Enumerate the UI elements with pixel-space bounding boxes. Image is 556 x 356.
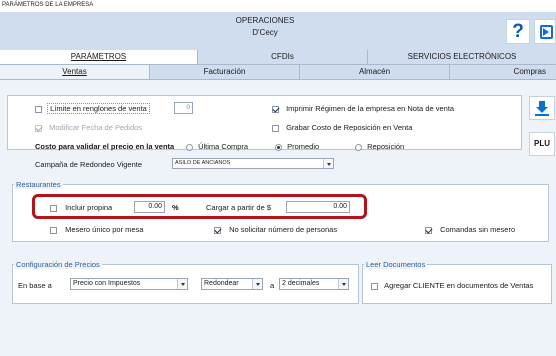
tab-compras-label: Compras bbox=[513, 67, 546, 76]
redondear-select[interactable]: Redondear bbox=[201, 278, 263, 290]
radio-promedio[interactable] bbox=[275, 143, 282, 151]
comandas-checkbox[interactable] bbox=[425, 226, 432, 234]
en-base-label: En base a bbox=[18, 281, 52, 290]
sub-tab-bar: Ventas Facturación Almacén Compras bbox=[0, 64, 556, 80]
restaurantes-title: Restaurantes bbox=[14, 180, 63, 189]
tab-servicios-label: SERVICIOS ELECTRÓNICOS bbox=[407, 52, 517, 61]
a-label: a bbox=[270, 281, 275, 290]
no-solicitar-label: No solicitar número de personas bbox=[229, 225, 338, 234]
chevron-down-icon bbox=[177, 279, 187, 289]
leer-documentos-title: Leer Documentos bbox=[364, 260, 428, 269]
header-company-name: D'Cecy bbox=[252, 28, 278, 37]
chevron-down-icon bbox=[338, 279, 348, 289]
campana-label: Campaña de Redondeo Vigente bbox=[35, 160, 143, 169]
highlight-box bbox=[32, 194, 367, 219]
tab-almacen[interactable]: Almacén bbox=[300, 65, 450, 79]
limite-label: Límite en renglones de venta bbox=[47, 103, 150, 114]
plu-button[interactable]: PLU bbox=[529, 132, 555, 156]
modificar-fecha-label: Modificar Fecha de Pedidos bbox=[49, 123, 143, 132]
imprimir-regimen-checkbox[interactable] bbox=[272, 105, 279, 113]
costo-validar-label: Costo para validar el precio en la venta bbox=[35, 142, 175, 151]
limite-checkbox[interactable] bbox=[35, 105, 42, 113]
redondear-value: Redondear bbox=[204, 280, 239, 287]
costo-option-ultima[interactable]: Última Compra bbox=[186, 142, 248, 151]
window-title: PARÁMETROS DE LA EMPRESA bbox=[0, 0, 556, 12]
limite-row: Límite en renglones de venta bbox=[35, 103, 150, 114]
grabar-costo-checkbox[interactable] bbox=[272, 124, 279, 132]
modificar-fecha-checkbox[interactable] bbox=[35, 124, 42, 132]
modificar-fecha-row: Modificar Fecha de Pedidos bbox=[35, 123, 142, 132]
download-button[interactable] bbox=[529, 96, 555, 120]
limite-input[interactable]: 0 bbox=[174, 102, 193, 114]
exit-button[interactable] bbox=[534, 19, 556, 44]
radio-promedio-label: Promedio bbox=[287, 142, 320, 151]
radio-reposicion-label: Reposición bbox=[367, 142, 405, 151]
chevron-down-icon bbox=[252, 279, 262, 289]
help-button[interactable]: ? bbox=[506, 19, 530, 44]
no-solicitar-row: No solicitar número de personas bbox=[214, 225, 337, 234]
grabar-costo-row: Grabar Costo de Reposición en Venta bbox=[272, 123, 412, 132]
campana-value: ASILO DE ANCIANOS bbox=[175, 160, 231, 166]
mesero-unico-checkbox[interactable] bbox=[50, 226, 57, 234]
tab-cfdis-label: CFDIs bbox=[271, 52, 294, 61]
chevron-down-icon bbox=[323, 159, 333, 168]
comandas-label: Comandas sin mesero bbox=[440, 225, 516, 234]
mesero-unico-row: Mesero único por mesa bbox=[50, 225, 143, 234]
tab-ventas[interactable]: Ventas bbox=[0, 65, 150, 79]
tab-compras[interactable]: Compras bbox=[450, 65, 556, 79]
tab-facturacion[interactable]: Facturación bbox=[150, 65, 300, 79]
imprimir-regimen-row: Imprimir Régimen de la empresa en Nota d… bbox=[272, 104, 454, 113]
campana-select[interactable]: ASILO DE ANCIANOS bbox=[172, 158, 334, 169]
agregar-cliente-row: Agregar CLIENTE en documentos de Ventas bbox=[371, 281, 533, 290]
costo-option-promedio[interactable]: Promedio bbox=[275, 142, 319, 151]
grabar-costo-label: Grabar Costo de Reposición en Venta bbox=[286, 123, 413, 132]
header-module-title: OPERACIONES bbox=[235, 16, 295, 25]
radio-ultima-label: Última Compra bbox=[198, 142, 249, 151]
tab-facturacion-label: Facturación bbox=[203, 67, 246, 76]
tab-cfdis[interactable]: CFDIs bbox=[198, 50, 368, 64]
config-precios-title: Configuración de Precios bbox=[14, 260, 102, 269]
decimales-value: 2 decimales bbox=[282, 280, 320, 287]
tab-almacen-label: Almacén bbox=[358, 67, 391, 76]
agregar-cliente-checkbox[interactable] bbox=[371, 282, 378, 290]
costo-option-reposicion[interactable]: Reposición bbox=[355, 142, 404, 151]
no-solicitar-checkbox[interactable] bbox=[214, 226, 221, 234]
imprimir-regimen-label: Imprimir Régimen de la empresa en Nota d… bbox=[286, 104, 455, 113]
base-value: Precio con Impuestos bbox=[73, 280, 141, 287]
tab-servicios-electronicos[interactable]: SERVICIOS ELECTRÓNICOS bbox=[368, 50, 556, 64]
main-tab-bar: PARÁMETROS CFDIs SERVICIOS ELECTRÓNICOS bbox=[0, 50, 556, 64]
radio-reposicion[interactable] bbox=[355, 143, 362, 151]
decimales-select[interactable]: 2 decimales bbox=[279, 278, 349, 290]
agregar-cliente-label: Agregar CLIENTE en documentos de Ventas bbox=[384, 281, 534, 290]
mesero-unico-label: Mesero único por mesa bbox=[65, 225, 144, 234]
tab-parametros-label: PARÁMETROS bbox=[70, 52, 127, 61]
tab-ventas-label: Ventas bbox=[62, 67, 87, 76]
tab-parametros[interactable]: PARÁMETROS bbox=[0, 50, 198, 64]
radio-ultima-compra[interactable] bbox=[186, 143, 193, 151]
base-select[interactable]: Precio con Impuestos bbox=[70, 278, 188, 290]
comandas-row: Comandas sin mesero bbox=[425, 225, 515, 234]
download-icon bbox=[535, 101, 549, 116]
